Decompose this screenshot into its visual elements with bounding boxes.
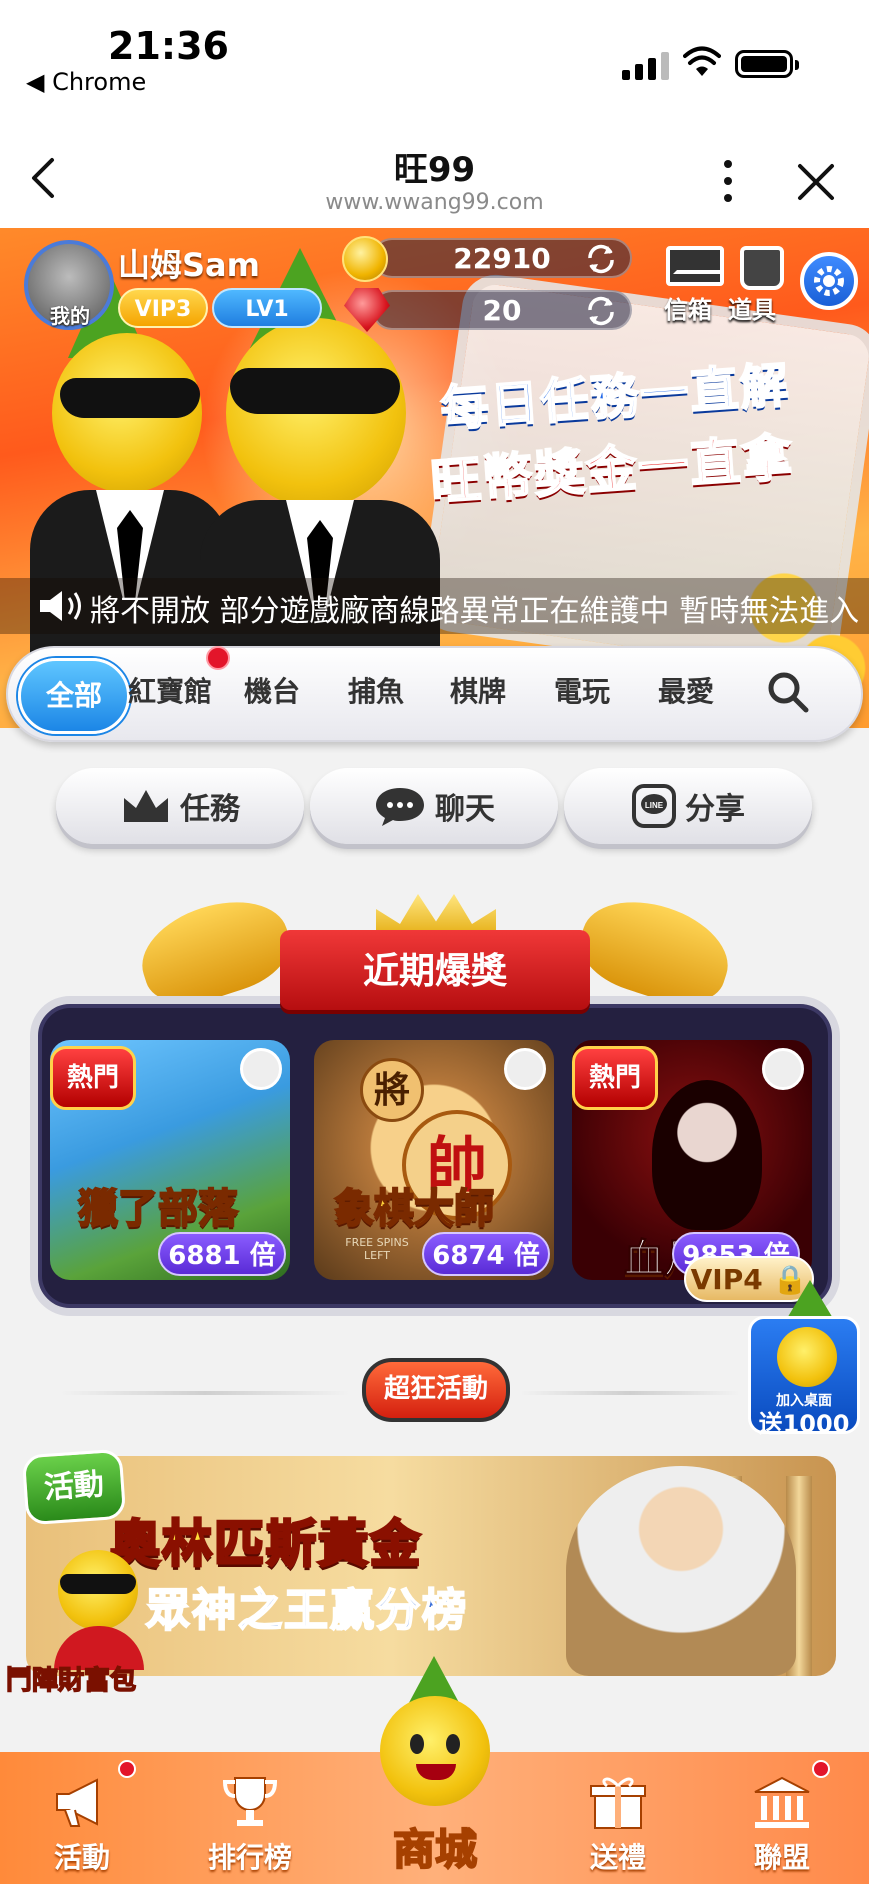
nav-alliance[interactable]: 聯盟 (722, 1772, 842, 1876)
game-card-3[interactable]: 熱門 血月 9853 倍 (572, 1040, 812, 1280)
fortune-mascot[interactable] (40, 1530, 160, 1670)
game-card-1[interactable]: 熱門 獵了部落 6881 倍 (50, 1040, 290, 1280)
line-app-icon: LINE (632, 784, 676, 828)
promo-line-2: 送1000 (758, 1410, 850, 1438)
share-button[interactable]: LINE 分享 (564, 768, 812, 844)
tab-all[interactable]: 全部 (18, 658, 130, 734)
game-multiplier: 6881 倍 (158, 1232, 286, 1276)
vip-lock-label: VIP4 (690, 1263, 763, 1296)
items-label[interactable]: 道具 (728, 290, 776, 325)
chat-label: 聊天 (435, 792, 495, 827)
nav-alliance-label: 聯盟 (753, 1841, 810, 1874)
free-spins-overlay: FREE SPINS LEFT (345, 1236, 409, 1262)
tasks-button[interactable]: 任務 (56, 768, 304, 844)
search-icon[interactable] (766, 670, 810, 714)
settings-button[interactable] (800, 252, 858, 310)
hot-badge: 熱門 (572, 1046, 658, 1110)
hot-badge: 熱門 (50, 1046, 136, 1110)
favorite-heart-icon[interactable] (762, 1048, 804, 1090)
chess-piece-general: 將 (360, 1058, 424, 1122)
chat-button[interactable]: 聊天 (310, 768, 558, 844)
mailbox-label[interactable]: 信箱 (664, 290, 712, 325)
tab-favorites[interactable]: 最愛 (658, 670, 714, 710)
level-badge: LV1 (212, 288, 322, 328)
more-options-icon[interactable] (716, 158, 740, 204)
divider-left (60, 1391, 350, 1395)
vip-badge: VIP3 (118, 288, 208, 328)
event-subtitle: 眾神之王贏分榜 (145, 1584, 468, 1637)
activity-badge: 活動 (21, 1448, 127, 1526)
nav-ranking[interactable]: 排行榜 (190, 1772, 310, 1876)
favorite-heart-icon[interactable] (240, 1048, 282, 1090)
shop-mascot[interactable] (380, 1656, 490, 1806)
chat-bubble-icon (376, 788, 424, 826)
game-card-2[interactable]: 將 帥 象棋大師 FREE SPINS LEFT 6874 倍 (314, 1040, 554, 1280)
tab-red-treasure[interactable]: 紅寶館 (128, 670, 212, 710)
signal-icon (622, 50, 669, 80)
game-title: 獵了部落 (77, 1185, 239, 1233)
wifi-icon (683, 46, 721, 76)
tab-arcade[interactable]: 電玩 (554, 670, 610, 710)
battery-icon (735, 50, 799, 78)
mail-icon[interactable] (666, 246, 724, 286)
refresh-gold-icon[interactable] (584, 242, 618, 276)
pineapple-mascot-icon (777, 1327, 837, 1387)
avatar-label: 我的 (50, 304, 90, 328)
gear-icon (814, 266, 844, 296)
favorite-heart-icon[interactable] (504, 1048, 546, 1090)
megaphone-icon (56, 1778, 98, 1827)
jackpot-title: 近期爆獎 (362, 951, 507, 992)
announcement-marquee: 將不開放 部分遊戲廠商線路異常正在維護中 暫時無法進入 請 (0, 578, 869, 634)
tab-slots[interactable]: 機台 (244, 670, 300, 710)
crazy-events-label: 超狂活動 (362, 1358, 510, 1422)
bank-building-icon (754, 1776, 810, 1828)
browser-header: 旺99 www.wwang99.com (0, 120, 869, 228)
nav-shop-label[interactable]: 商城 (340, 1816, 530, 1877)
alliance-notification-dot (812, 1760, 830, 1778)
fortune-bag-label[interactable]: 鬥陣財富包 (5, 1660, 137, 1697)
close-icon[interactable] (796, 162, 836, 202)
category-tabs: 全部 紅寶館 機台 捕魚 棋牌 電玩 最愛 (6, 646, 863, 742)
app-root: 21:36 ◀ Chrome 旺99 www.wwang99.com 每日任務一… (0, 0, 869, 1884)
tasks-label: 任務 (180, 792, 240, 827)
nav-events[interactable]: 活動 (22, 1772, 142, 1876)
game-multiplier: 6874 倍 (422, 1232, 550, 1276)
nav-gifts-label: 送禮 (589, 1841, 646, 1874)
backpack-icon[interactable] (740, 246, 784, 290)
tab-fishing[interactable]: 捕魚 (348, 670, 404, 710)
game-title: 象棋大師 (333, 1185, 495, 1233)
tab-cards[interactable]: 棋牌 (450, 670, 506, 710)
vampire-character (652, 1080, 762, 1230)
line-badge-text: LINE (645, 801, 664, 810)
notification-dot (206, 646, 230, 670)
speaker-icon (40, 591, 81, 621)
zeus-character (566, 1466, 796, 1676)
announcement-text: 將不開放 部分遊戲廠商線路異常正在維護中 暫時無法進入 請 (90, 594, 869, 629)
nav-events-label: 活動 (53, 1841, 110, 1874)
nav-ranking-label: 排行榜 (207, 1841, 292, 1874)
gold-coin-icon (342, 236, 388, 282)
gift-icon (590, 1777, 646, 1829)
divider-right (520, 1391, 740, 1395)
events-notification-dot (118, 1760, 136, 1778)
username: 山姆Sam (118, 246, 260, 284)
trophy-icon (222, 1777, 278, 1826)
status-bar: 21:36 ◀ Chrome (0, 0, 869, 120)
back-to-app-link[interactable]: ◀ Chrome (26, 68, 146, 96)
share-label: 分享 (685, 792, 745, 827)
refresh-gem-icon[interactable] (584, 294, 618, 328)
nav-gifts[interactable]: 送禮 (558, 1772, 678, 1876)
status-time: 21:36 (108, 24, 229, 68)
crown-icon (124, 790, 168, 822)
